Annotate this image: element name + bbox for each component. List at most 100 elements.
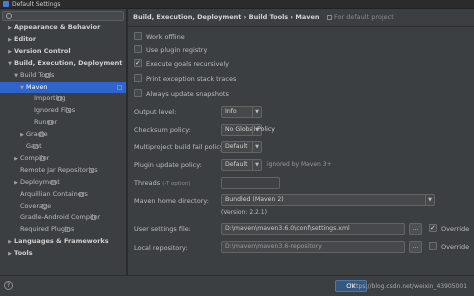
maven-version-text: (Version: 2.2.1) — [221, 209, 267, 216]
sidebar-item-appearance-behavior[interactable]: ▶ Appearance & Behavior — [6, 22, 100, 33]
sidebar-item-importing[interactable]: Importing — [26, 93, 66, 104]
sidebar-item-label: Runner — [34, 118, 58, 127]
checkbox-box[interactable] — [134, 45, 142, 53]
sidebar-item-label: Languages & Frameworks — [14, 237, 109, 246]
checkbox-label: Override — [441, 243, 470, 251]
checkbox-label: Use plugin registry — [146, 46, 208, 54]
checkbox-label: Print exception stack traces — [146, 75, 237, 83]
search-icon — [6, 13, 12, 19]
checkbox-label: Execute goals recursively — [146, 60, 229, 68]
work-offline-checkbox[interactable]: Work offline — [134, 32, 185, 42]
project-scope-icon — [32, 144, 38, 149]
expand-right-icon[interactable]: ▶ — [12, 154, 20, 165]
sidebar-item-label: Arquillian Containers — [20, 189, 88, 198]
sidebar-item-deployment[interactable]: ▶ Deployment — [12, 177, 60, 188]
sidebar-item-languages-frameworks[interactable]: ▶ Languages & Frameworks — [6, 236, 109, 247]
sidebar-item-editor[interactable]: ▶ Editor — [6, 34, 36, 45]
expand-right-icon[interactable]: ▶ — [6, 47, 14, 58]
expand-right-icon[interactable]: ▶ — [6, 35, 14, 46]
checkbox-box[interactable] — [134, 32, 142, 40]
chevron-down-icon: ▼ — [425, 195, 434, 205]
sidebar-item-required-plugins[interactable]: Required Plugins — [12, 224, 74, 235]
select-value: No Global Policy — [225, 126, 275, 133]
sidebar-item-build-tools[interactable]: ▼ Build Tools — [12, 70, 54, 81]
project-scope-icon — [65, 227, 71, 233]
checksum-policy-label: Checksum policy: — [134, 126, 191, 134]
sidebar-item-tools[interactable]: ▶ Tools — [6, 248, 33, 259]
sidebar-item-gradle-android-compiler[interactable]: Gradle-Android Compiler — [12, 212, 100, 223]
checkbox-box-checked[interactable] — [429, 223, 437, 233]
app-icon — [3, 1, 9, 7]
expand-right-icon[interactable]: ▶ — [6, 237, 14, 248]
user-settings-override-checkbox[interactable]: Override — [429, 223, 469, 234]
watermark-text: https://blog.csdn.net/weixin_43905001 — [350, 283, 468, 290]
breadcrumb-path: Build, Execution, Deployment › Build Too… — [133, 13, 320, 21]
select-value: Bundled (Maven 2) — [225, 196, 284, 203]
threads-label: Threads (-T option) — [134, 179, 191, 187]
panel-divider[interactable] — [126, 9, 128, 275]
project-scope-icon — [40, 155, 46, 161]
local-repo-browse-button[interactable]: ... — [409, 241, 422, 253]
threads-hint: (-T option) — [162, 181, 191, 187]
chevron-down-icon: ▼ — [252, 125, 261, 135]
expand-down-icon[interactable]: ▼ — [12, 71, 20, 82]
plugin-update-policy-label: Plugin update policy: — [134, 161, 202, 169]
breadcrumb-scope: For default project — [334, 13, 394, 21]
plugin-update-policy-select[interactable]: Default ▼ — [221, 159, 262, 171]
checksum-policy-select[interactable]: No Global Policy ▼ — [221, 124, 275, 136]
sidebar-item-version-control[interactable]: ▶ Version Control — [6, 46, 71, 57]
print-exception-stack-traces-checkbox[interactable]: Print exception stack traces — [134, 74, 236, 84]
project-scope-icon — [117, 84, 122, 90]
help-icon[interactable]: ? — [4, 281, 13, 290]
expand-right-icon[interactable]: ▶ — [6, 249, 14, 260]
sidebar-item-arquillian-containers[interactable]: Arquillian Containers — [12, 189, 88, 200]
local-repo-override-checkbox[interactable]: Override — [429, 242, 469, 252]
local-repo-input[interactable]: D:\maven\maven3.6-repository — [221, 241, 405, 253]
settings-search-input[interactable] — [2, 11, 124, 21]
expand-right-icon[interactable]: ▶ — [6, 23, 14, 34]
expand-down-icon[interactable]: ▼ — [6, 59, 14, 70]
user-settings-input[interactable]: D:\maven\maven3.6.0\conf\settings.xml — [221, 223, 405, 235]
always-update-snapshots-checkbox[interactable]: Always update snapshots — [134, 89, 229, 99]
project-scope-icon — [48, 120, 54, 126]
checkbox-box[interactable] — [134, 74, 142, 82]
build-fail-policy-label: Multiproject build fail policy: — [134, 143, 226, 151]
project-scope-icon — [42, 203, 48, 209]
checkbox-box[interactable] — [134, 89, 142, 97]
checkbox-box[interactable] — [429, 242, 437, 250]
maven-home-select[interactable]: Bundled (Maven 2) ▼ — [221, 194, 435, 206]
sidebar-item-gradle[interactable]: ▶ Gradle — [18, 129, 48, 140]
execute-goals-recursively-checkbox[interactable]: Execute goals recursively — [134, 58, 229, 69]
sidebar-item-remote-jar-repositories[interactable]: Remote Jar Repositories — [12, 165, 98, 176]
checkbox-label: Work offline — [146, 33, 185, 41]
expand-right-icon[interactable]: ▶ — [18, 130, 26, 141]
threads-input[interactable] — [221, 177, 280, 189]
build-fail-policy-select[interactable]: Default ▼ — [221, 141, 262, 153]
chevron-down-icon: ▼ — [252, 160, 261, 170]
title-bar: Default Settings — [0, 0, 474, 9]
output-level-label: Output level: — [134, 108, 177, 116]
sidebar-item-runner[interactable]: Runner — [26, 117, 57, 128]
select-value: Info — [225, 108, 237, 115]
breadcrumb: Build, Execution, Deployment › Build Too… — [133, 13, 394, 21]
settings-tree: ▶ Appearance & Behavior ▶ Editor ▶ Version Co… — [0, 22, 126, 275]
sidebar-item-ignored-files[interactable]: Ignored Files — [26, 105, 75, 116]
sidebar-item-coverage[interactable]: Coverage — [12, 201, 51, 212]
project-scope-icon — [78, 191, 84, 197]
checkbox-box-checked[interactable] — [134, 58, 142, 68]
sidebar-item-build-execution-deployment[interactable]: ▼ Build, Execution, Deployment — [6, 58, 122, 69]
output-level-select[interactable]: Info ▼ — [221, 106, 262, 118]
sidebar-item-label: Version Control — [14, 46, 71, 55]
sidebar-item-maven[interactable]: ▼ Maven — [0, 81, 126, 94]
sidebar-item-label: Gradle — [26, 130, 48, 139]
sidebar-item-label: Gradle-Android Compiler — [20, 213, 101, 222]
user-settings-browse-button[interactable]: ... — [409, 223, 422, 235]
sidebar-item-compiler[interactable]: ▶ Compiler — [12, 153, 49, 164]
expand-down-icon[interactable]: ▼ — [18, 83, 26, 94]
sidebar-item-gant[interactable]: Gant — [18, 141, 42, 152]
chevron-down-icon: ▼ — [252, 142, 261, 152]
use-plugin-registry-checkbox[interactable]: Use plugin registry — [134, 45, 207, 55]
expand-right-icon[interactable]: ▶ — [12, 178, 20, 189]
project-scope-icon — [38, 132, 44, 138]
project-scope-icon — [88, 167, 94, 173]
